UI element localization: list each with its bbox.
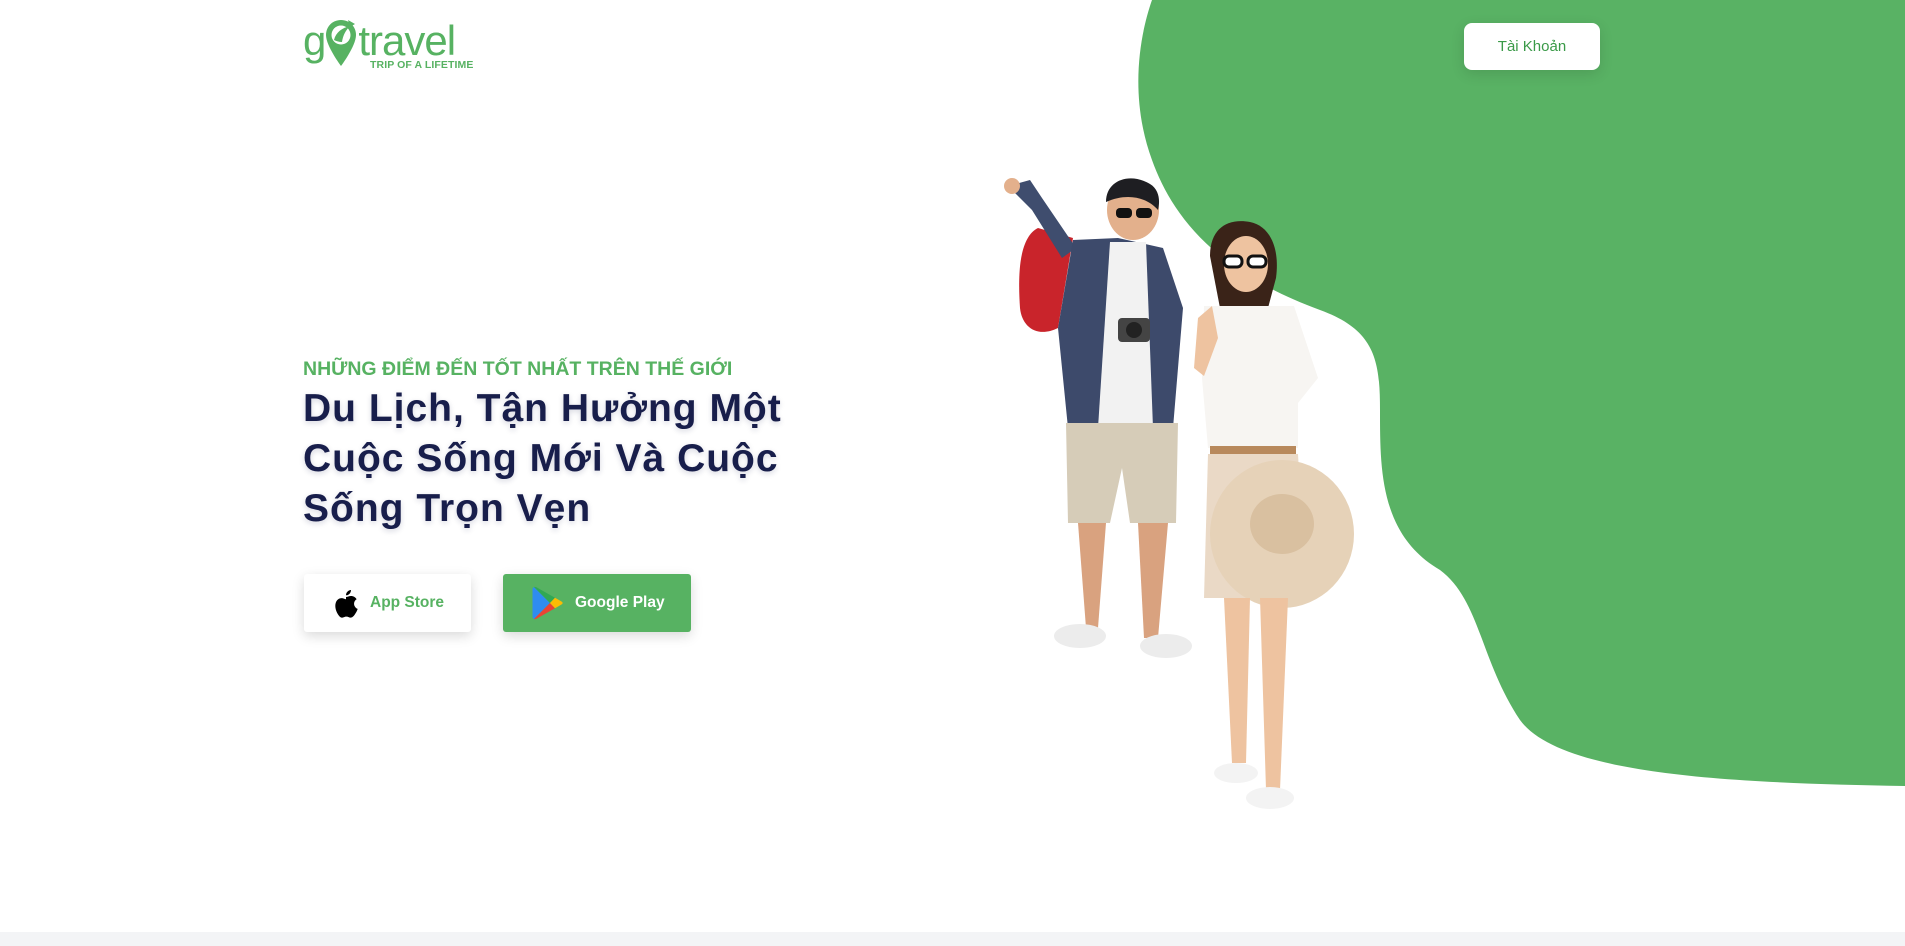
footer-strip	[0, 932, 1905, 946]
account-button[interactable]: Tài Khoản	[1464, 23, 1600, 70]
logo-word-travel: travel	[358, 17, 456, 64]
hero-subtitle: NHỮNG ĐIỂM ĐẾN TỐT NHẤT TRÊN THẾ GIỚI	[303, 358, 733, 380]
logo-wordmark: g travel	[303, 17, 456, 66]
location-pin-icon	[326, 20, 357, 66]
apple-icon	[335, 590, 358, 618]
hero-headline: Du Lịch, Tận Hưởng Một Cuộc Sống Mới Và …	[303, 384, 823, 534]
green-background-shape	[1138, 0, 1905, 786]
hero-headline-line-3: Sống Trọn Vẹn	[303, 487, 592, 530]
google-play-icon	[532, 586, 563, 620]
travelers-illustration	[1004, 178, 1354, 809]
logo-letter-g: g	[303, 17, 326, 64]
app-store-label: App Store	[370, 594, 445, 611]
hero-headline-line-2: Cuộc Sống Mới Và Cuộc	[303, 437, 779, 480]
gotravel-logo[interactable]: g travel TRIP OF A LIFETIME	[303, 18, 473, 74]
google-play-label: Google Play	[575, 594, 665, 611]
landing-page: g travel TRIP OF A LIFETIME Tài Khoản NH…	[0, 0, 1905, 946]
hero-headline-line-1: Du Lịch, Tận Hưởng Một	[303, 387, 782, 430]
google-play-button[interactable]: Google Play	[503, 574, 691, 632]
app-store-button[interactable]: App Store	[304, 574, 471, 632]
logo-tagline: TRIP OF A LIFETIME	[370, 59, 474, 71]
